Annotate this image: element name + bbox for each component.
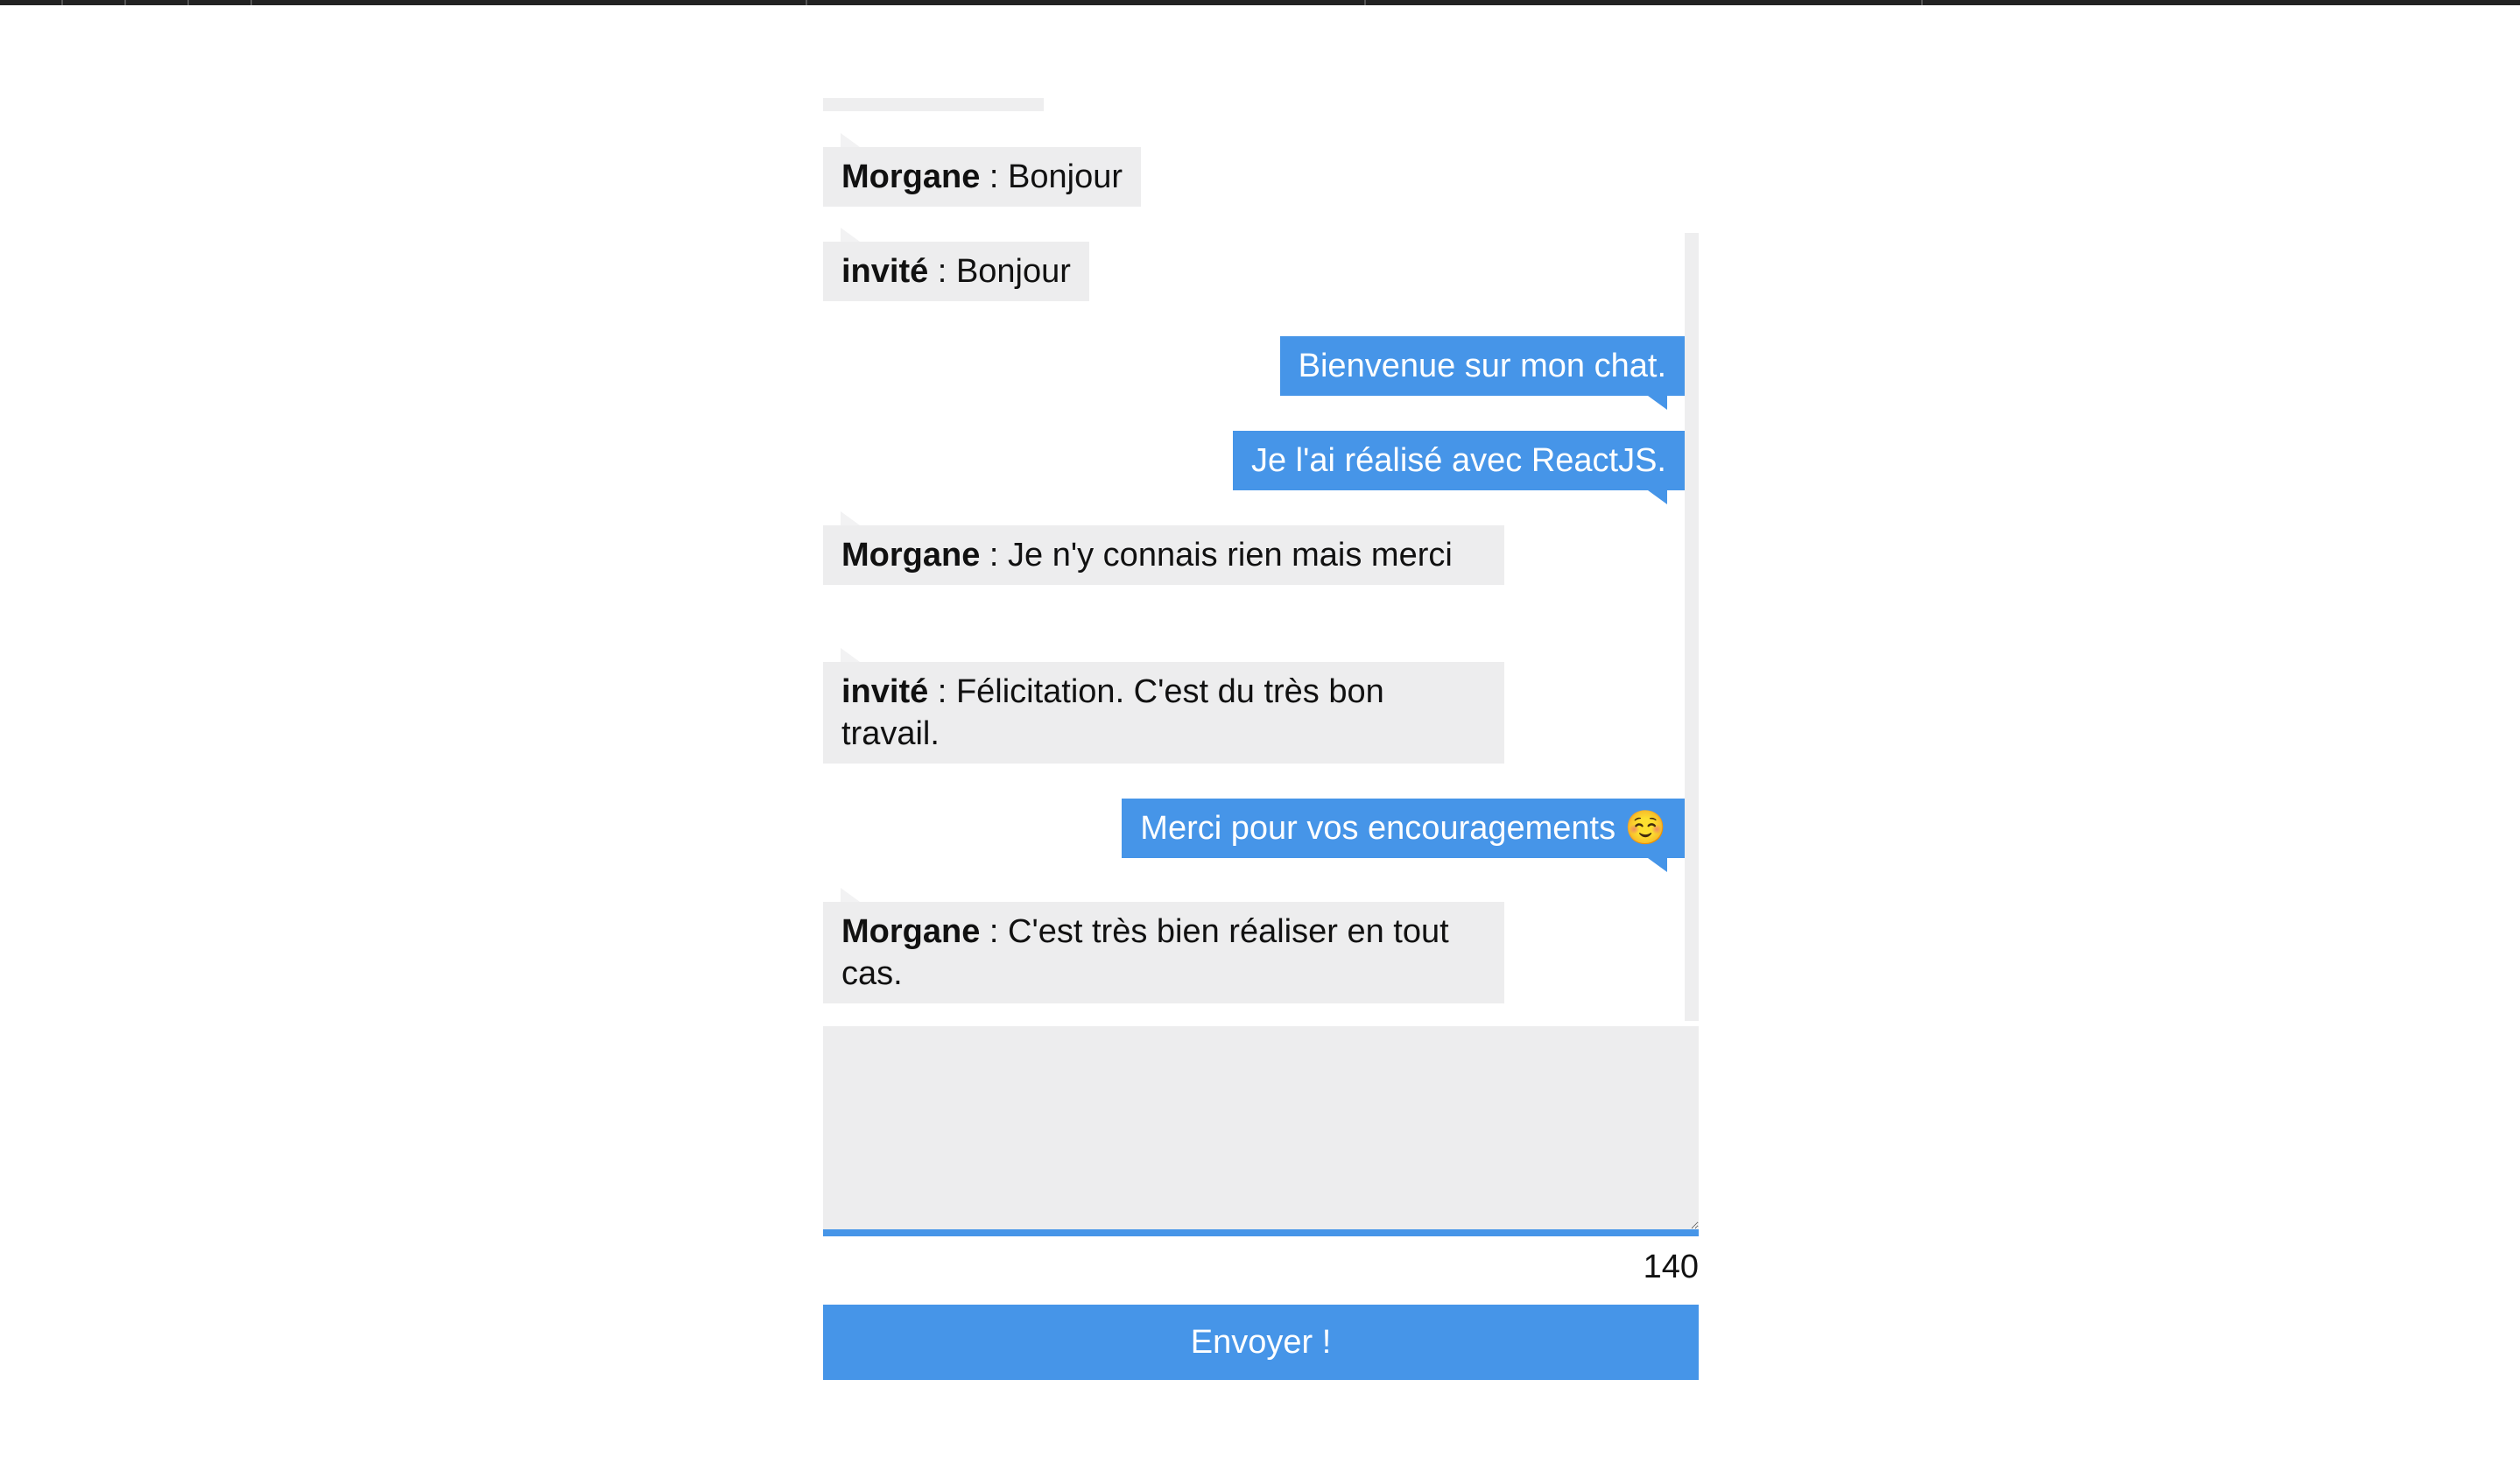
message-separator: : bbox=[980, 537, 1009, 574]
message-input[interactable] bbox=[823, 1026, 1699, 1229]
message-separator: : bbox=[928, 673, 956, 710]
message-text: Merci pour vos encouragements ☺️ bbox=[1140, 810, 1666, 847]
message-author: invité bbox=[841, 253, 929, 290]
top-bar-divider bbox=[61, 0, 63, 5]
message-text: Je n'y connais rien mais merci bbox=[1008, 537, 1453, 574]
top-bar-divider bbox=[806, 0, 807, 5]
browser-top-bar bbox=[0, 0, 2520, 5]
message-bubble-received: Morgane : Bonjour bbox=[823, 133, 1142, 207]
message-text: Je l'ai réalisé avec ReactJS. bbox=[1250, 442, 1666, 479]
message-separator: : bbox=[980, 158, 1009, 195]
message-separator: : bbox=[928, 253, 956, 290]
message-text: Bonjour bbox=[1008, 158, 1123, 195]
message-bubble-received: Morgane : Je n'y connais rien mais merci bbox=[823, 511, 1504, 585]
message-author: Morgane bbox=[841, 913, 981, 950]
message-bubble-received: invité : Bonjour bbox=[823, 228, 1089, 301]
message-bubble-received: invité : Félicitation. C'est du très bon… bbox=[823, 648, 1504, 764]
message-bubble-sent: Bienvenue sur mon chat. bbox=[1279, 336, 1685, 410]
top-bar-divider bbox=[187, 0, 189, 5]
message-separator: : bbox=[980, 913, 1009, 950]
message-author: Morgane bbox=[841, 158, 981, 195]
message-text: Bonjour bbox=[955, 253, 1071, 290]
top-bar-divider bbox=[124, 0, 126, 5]
message-list[interactable]: Morgane : Bonjour invité : Bonjour Bienv… bbox=[823, 96, 1699, 1023]
message-bubble-sent: Je l'ai réalisé avec ReactJS. bbox=[1232, 431, 1685, 504]
header-placeholder bbox=[823, 98, 1044, 111]
message-composer: 140 Envoyer ! bbox=[823, 1026, 1699, 1380]
message-bubble-received: Morgane : C'est très bien réaliser en to… bbox=[823, 888, 1504, 1003]
top-bar-divider bbox=[1921, 0, 1923, 5]
top-bar-divider bbox=[250, 0, 252, 5]
top-bar-divider bbox=[1364, 0, 1366, 5]
send-button[interactable]: Envoyer ! bbox=[823, 1305, 1699, 1380]
message-author: invité bbox=[841, 673, 929, 710]
message-list-scrollbar[interactable] bbox=[1685, 233, 1699, 1021]
message-text: Bienvenue sur mon chat. bbox=[1298, 348, 1666, 384]
input-focus-underline bbox=[823, 1229, 1699, 1236]
message-bubble-sent: Merci pour vos encouragements ☺️ bbox=[1122, 799, 1685, 872]
message-author: Morgane bbox=[841, 537, 981, 574]
character-counter: 140 bbox=[1643, 1249, 1699, 1285]
